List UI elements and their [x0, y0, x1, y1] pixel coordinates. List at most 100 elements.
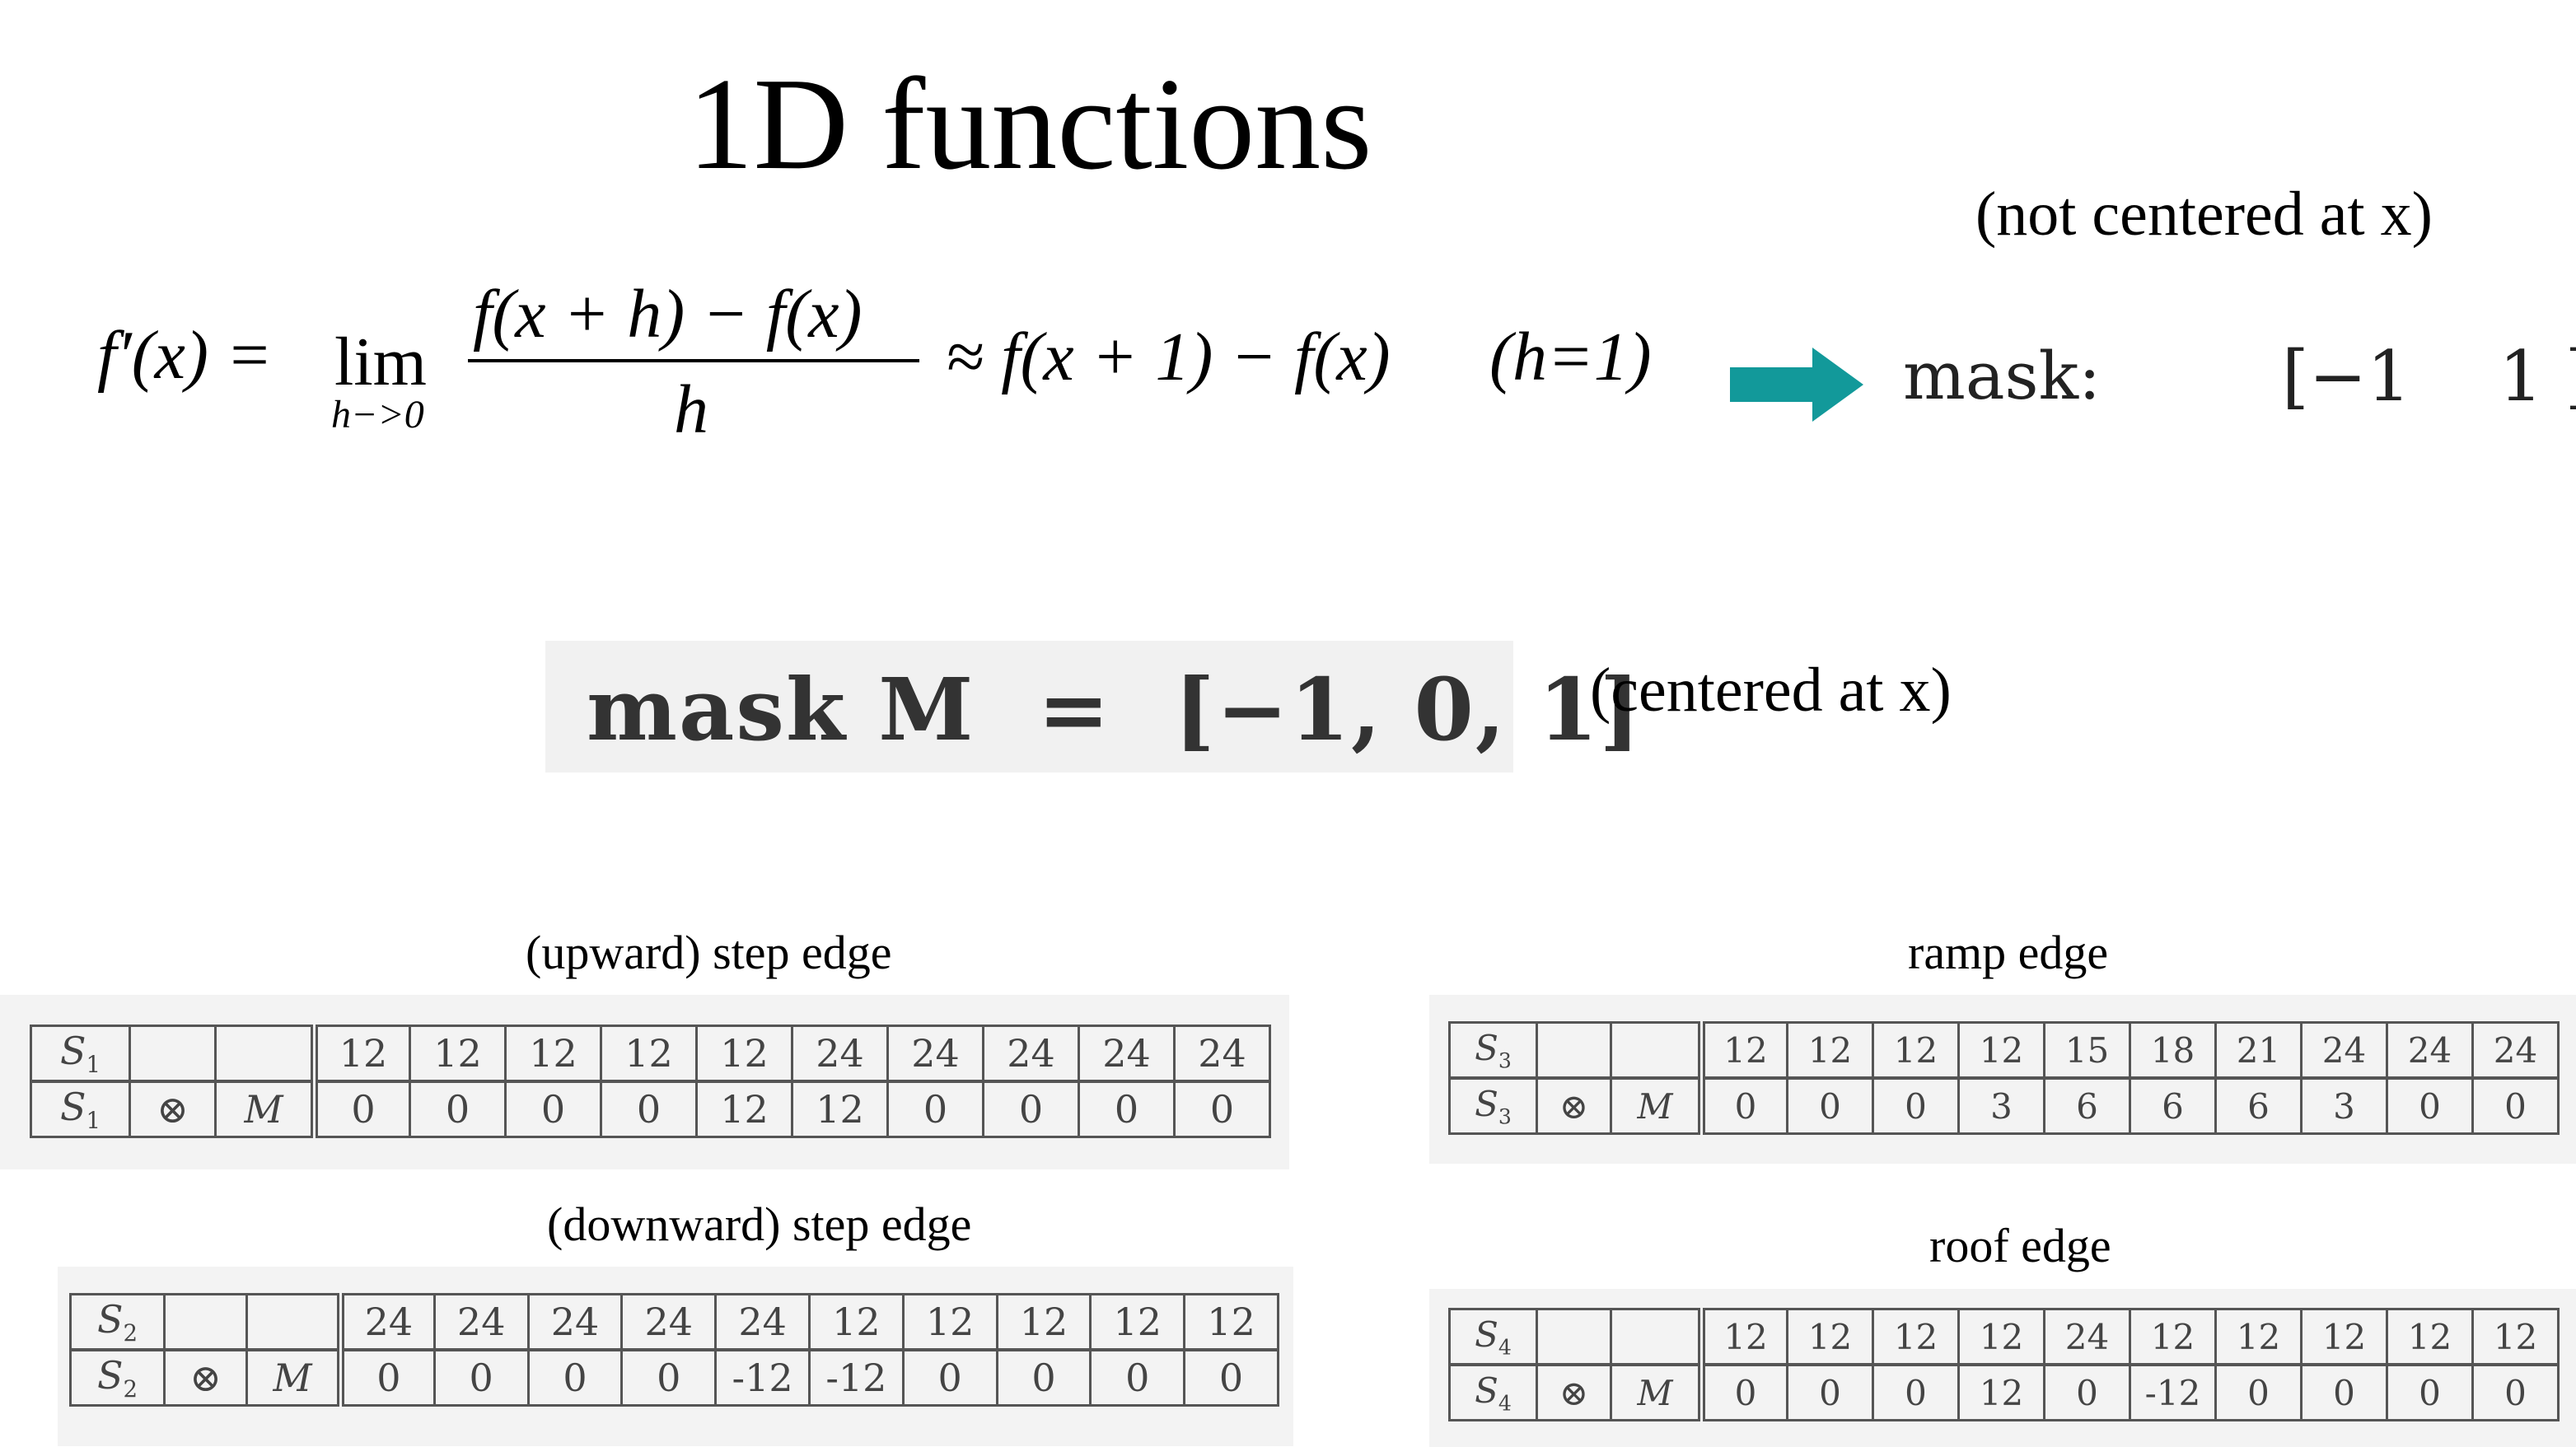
cell: 24	[982, 1025, 1080, 1083]
cell: 12	[1089, 1293, 1186, 1351]
cell: 6	[2043, 1076, 2131, 1135]
centered-note: (centered at x)	[1590, 656, 1952, 725]
centered-mask-box: mask M = [−1, 0, 1]	[545, 641, 1640, 773]
table-row: S4 12 12 12 12 24 12 12 12 12 12	[1448, 1308, 2560, 1366]
cell: 0	[886, 1080, 984, 1138]
cell: 24	[714, 1293, 811, 1351]
not-centered-note: (not centered at x)	[1975, 180, 2433, 249]
cell: 12	[807, 1293, 905, 1351]
cell: 0	[1872, 1076, 1960, 1135]
cell: 3	[2300, 1076, 2388, 1135]
cell: 12	[600, 1025, 698, 1083]
cell: 24	[432, 1293, 530, 1351]
convolution-operator: ⊗	[129, 1080, 217, 1138]
table-ramp-edge: S3 12 12 12 12 15 18 21 24 24 24 S3 ⊗ M …	[1448, 1021, 2560, 1135]
row-label: S2	[69, 1293, 166, 1351]
cell: 24	[1173, 1025, 1271, 1083]
cell: 0	[2043, 1363, 2131, 1421]
cell: 0	[311, 1080, 411, 1138]
cell: 0	[2471, 1076, 2560, 1135]
cell: 6	[2129, 1076, 2217, 1135]
slide-title: 1D functions	[687, 50, 1372, 197]
cell: 24	[886, 1025, 984, 1083]
cell: 0	[600, 1080, 698, 1138]
mask-values: [−1 1 ]	[2282, 336, 2576, 417]
cell: 18	[2129, 1021, 2217, 1080]
cell: 24	[526, 1293, 624, 1351]
cell: 12	[1698, 1021, 1788, 1080]
cell: 0	[2471, 1363, 2560, 1421]
cell: 0	[995, 1348, 1092, 1407]
cell: 0	[2214, 1363, 2303, 1421]
cell: 12	[1786, 1308, 1874, 1366]
cell: 24	[2300, 1021, 2388, 1080]
cell: 0	[1698, 1363, 1788, 1421]
table-row: S1 ⊗ M 0 0 0 0 12 12 0 0 0 0	[30, 1080, 1271, 1138]
mask-symbol: M	[1610, 1076, 1703, 1135]
table-row: S2 24 24 24 24 24 12 12 12 12 12	[69, 1293, 1279, 1351]
table-row: S4 ⊗ M 0 0 0 12 0 -12 0 0 0 0	[1448, 1363, 2560, 1421]
cell: 3	[1957, 1076, 2045, 1135]
cell: 24	[2043, 1308, 2131, 1366]
table-upward-step: S1 12 12 12 12 12 24 24 24 24 24 S1 ⊗ M …	[30, 1025, 1271, 1138]
cell: 12	[995, 1293, 1092, 1351]
caption-upward-step: (upward) step edge	[526, 926, 892, 979]
cell: 6	[2214, 1076, 2303, 1135]
cell: 0	[337, 1348, 436, 1407]
cell: 0	[620, 1348, 718, 1407]
cell: 12	[1698, 1308, 1788, 1366]
cell: 0	[1872, 1363, 1960, 1421]
cell: 21	[2214, 1021, 2303, 1080]
cell: 0	[409, 1080, 507, 1138]
table-row: S3 12 12 12 12 15 18 21 24 24 24	[1448, 1021, 2560, 1080]
mask-label: mask:	[1903, 338, 2101, 414]
cell: 12	[791, 1080, 889, 1138]
row-label: S1	[30, 1025, 131, 1083]
formula-approx: ≈ f(x + 1) − f(x)	[946, 319, 1391, 395]
mask-symbol: M	[1610, 1363, 1703, 1421]
cell: 12	[2300, 1308, 2388, 1366]
cell: -12	[714, 1348, 811, 1407]
cell: 24	[337, 1293, 436, 1351]
cell: 0	[2300, 1363, 2388, 1421]
cell: 12	[901, 1293, 998, 1351]
cell: 0	[1078, 1080, 1176, 1138]
table-row: S1 12 12 12 12 12 24 24 24 24 24	[30, 1025, 1271, 1083]
cell: 12	[1183, 1293, 1279, 1351]
cell: 0	[1786, 1363, 1874, 1421]
cell: 12	[504, 1025, 602, 1083]
mask-symbol: M	[245, 1348, 342, 1407]
convolution-operator: ⊗	[1536, 1076, 1612, 1135]
table-row: S2 ⊗ M 0 0 0 0 -12 -12 0 0 0 0	[69, 1348, 1279, 1407]
cell: 0	[1786, 1076, 1874, 1135]
row-label: S3	[1448, 1076, 1538, 1135]
cell: 0	[526, 1348, 624, 1407]
cell: 12	[695, 1080, 793, 1138]
cell: 15	[2043, 1021, 2131, 1080]
table-roof-edge: S4 12 12 12 12 24 12 12 12 12 12 S4 ⊗ M …	[1448, 1308, 2560, 1421]
cell: 0	[2386, 1076, 2474, 1135]
cell: 12	[1957, 1363, 2045, 1421]
formula-numerator: f(x + h) − f(x)	[473, 276, 863, 352]
cell: 0	[1173, 1080, 1271, 1138]
formula-h-eq: (h=1)	[1489, 319, 1652, 395]
cell: 24	[791, 1025, 889, 1083]
table-downward-step: S2 24 24 24 24 24 12 12 12 12 12 S2 ⊗ M …	[69, 1293, 1279, 1407]
table-row: S3 ⊗ M 0 0 0 3 6 6 6 3 0 0	[1448, 1076, 2560, 1135]
cell: 0	[1698, 1076, 1788, 1135]
cell: 12	[1957, 1308, 2045, 1366]
formula-lhs: f′(x) =	[97, 317, 273, 394]
row-label: S1	[30, 1080, 131, 1138]
formula-lim: lim	[334, 324, 428, 400]
caption-downward-step: (downward) step edge	[547, 1197, 972, 1251]
cell: 24	[2471, 1021, 2560, 1080]
cell: 0	[982, 1080, 1080, 1138]
cell: 12	[1872, 1308, 1960, 1366]
centered-mask-expression: mask M = [−1, 0, 1]	[587, 659, 1642, 760]
row-label: S4	[1448, 1308, 1538, 1366]
cell: -12	[807, 1348, 905, 1407]
cell: 12	[311, 1025, 411, 1083]
mask-symbol: M	[214, 1080, 316, 1138]
cell: 12	[2471, 1308, 2560, 1366]
cell: 12	[1872, 1021, 1960, 1080]
